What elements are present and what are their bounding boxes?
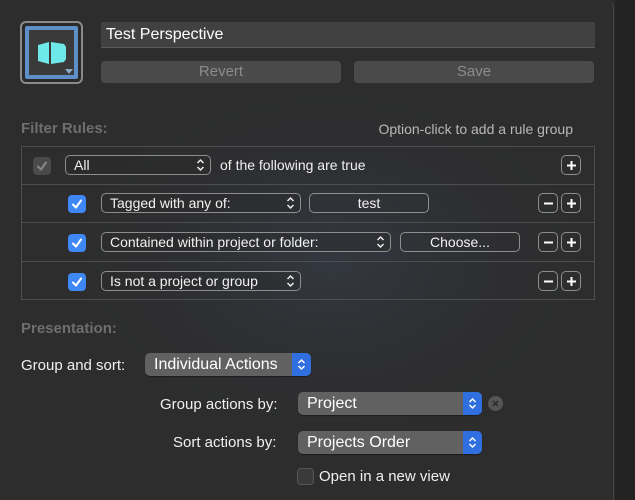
rule-row: Tagged with any of: test <box>22 185 594 223</box>
sort-actions-by-select[interactable]: Projects Order <box>298 431 482 454</box>
select-stepper <box>292 353 311 376</box>
perspective-icon <box>37 41 66 64</box>
perspective-editor-panel: Test Perspective Revert Save Filter Rule… <box>0 0 614 500</box>
checkmark-icon <box>72 199 82 209</box>
select-stepper <box>463 392 482 415</box>
chevron-updown-icon <box>196 158 205 172</box>
add-rule-button[interactable] <box>561 232 581 252</box>
group-actions-by-value: Project <box>307 395 357 412</box>
rule-group-row: All of the following are true <box>22 147 594 185</box>
rule-row: Is not a project or group <box>22 263 594 301</box>
clear-grouping-button[interactable] <box>488 396 503 411</box>
add-rule-group-hint: Option-click to add a rule group <box>378 121 573 137</box>
chevron-updown-icon <box>468 436 477 449</box>
group-and-sort-select[interactable]: Individual Actions <box>145 353 311 376</box>
chevron-updown-icon <box>468 397 477 410</box>
rule-condition-value: Is not a project or group <box>110 273 258 289</box>
open-new-view-label[interactable]: Open in a new view <box>319 468 450 485</box>
add-rule-button[interactable] <box>561 193 581 213</box>
perspective-icon-well[interactable] <box>20 21 83 84</box>
plus-icon <box>566 276 576 286</box>
open-new-view-checkbox[interactable] <box>297 468 314 485</box>
remove-rule-button[interactable] <box>538 193 558 213</box>
select-stepper <box>463 431 482 454</box>
rule-checkbox[interactable] <box>68 273 86 291</box>
icon-menu-indicator-icon <box>65 69 73 74</box>
rule-condition-value: Contained within project or folder: <box>110 234 319 250</box>
group-actions-by-select[interactable]: Project <box>298 392 482 415</box>
rule-condition-popup[interactable]: Contained within project or folder: <box>101 232 391 252</box>
match-mode-popup[interactable]: All <box>65 155 211 175</box>
filter-rules-table: All of the following are true Tagged wit… <box>21 146 595 300</box>
rule-condition-value: Tagged with any of: <box>110 195 231 211</box>
close-icon <box>492 400 499 407</box>
remove-rule-button[interactable] <box>538 271 558 291</box>
checkmark-icon <box>72 277 82 287</box>
sort-actions-by-label: Sort actions by: <box>173 434 277 451</box>
tag-value-button[interactable]: test <box>309 193 429 213</box>
checkmark-icon <box>37 161 47 171</box>
rule-condition-popup[interactable]: Is not a project or group <box>101 271 301 291</box>
match-suffix-text: of the following are true <box>220 157 366 173</box>
plus-icon <box>566 198 576 208</box>
rule-row: Contained within project or folder: Choo… <box>22 224 594 262</box>
rule-checkbox[interactable] <box>68 234 86 252</box>
icon-well-frame <box>25 26 78 79</box>
choose-project-button[interactable]: Choose... <box>400 232 520 252</box>
add-rule-button[interactable] <box>561 155 581 175</box>
perspective-name-input[interactable]: Test Perspective <box>101 22 595 48</box>
plus-icon <box>566 160 576 170</box>
minus-icon <box>543 202 553 204</box>
group-and-sort-label: Group and sort: <box>21 357 126 374</box>
chevron-updown-icon <box>286 274 295 288</box>
group-actions-by-label: Group actions by: <box>160 396 278 413</box>
revert-button[interactable]: Revert <box>101 61 341 83</box>
match-mode-value: All <box>74 157 90 173</box>
remove-rule-button[interactable] <box>538 232 558 252</box>
window-edge <box>615 0 635 500</box>
rule-checkbox[interactable] <box>68 195 86 213</box>
presentation-heading: Presentation: <box>21 320 117 337</box>
minus-icon <box>543 280 553 282</box>
chevron-updown-icon <box>286 196 295 210</box>
rule-condition-popup[interactable]: Tagged with any of: <box>101 193 301 213</box>
rule-group-checkbox[interactable] <box>33 157 51 175</box>
chevron-updown-icon <box>297 358 306 371</box>
group-and-sort-value: Individual Actions <box>154 356 278 373</box>
save-button[interactable]: Save <box>354 61 594 83</box>
plus-icon <box>566 237 576 247</box>
sort-actions-by-value: Projects Order <box>307 434 411 451</box>
filter-rules-heading: Filter Rules: <box>21 120 108 137</box>
minus-icon <box>543 241 553 243</box>
checkmark-icon <box>72 238 82 248</box>
chevron-updown-icon <box>376 235 385 249</box>
add-rule-button[interactable] <box>561 271 581 291</box>
